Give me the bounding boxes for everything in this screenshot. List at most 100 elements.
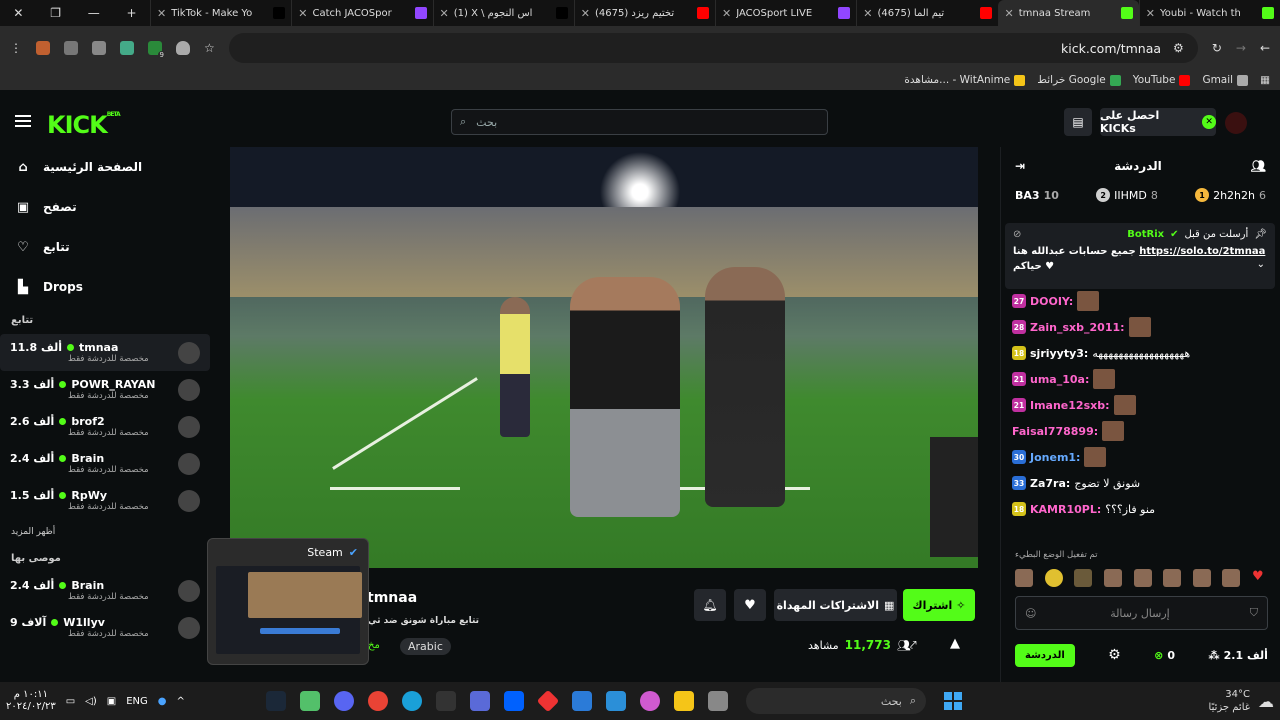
language-tag[interactable]: Arabic — [400, 638, 451, 655]
leaderboard-entry[interactable]: BA3 10 — [1015, 189, 1059, 202]
bookmark-item[interactable]: Gmail — [1202, 74, 1249, 86]
chat-username[interactable]: Jonem1: — [1030, 451, 1080, 464]
app-icon[interactable] — [300, 691, 320, 711]
sidebar-nav-item[interactable]: ⌂ الصفحة الرئيسية — [0, 147, 210, 187]
streamer-name[interactable]: tmnaa — [367, 590, 417, 606]
sidebar-nav-item[interactable]: ♡ تتابع — [0, 227, 210, 267]
network-icon[interactable]: ▣ — [107, 696, 116, 707]
forward-icon[interactable]: → — [1236, 41, 1246, 55]
browser-tab[interactable]: ✕ (4675) تيم الما — [856, 0, 997, 26]
bookmark-star-icon[interactable]: ☆ — [204, 41, 215, 55]
show-more-link[interactable]: أظهر المزيد — [0, 519, 210, 545]
leaderboard-entry[interactable]: 2 IIHMD 8 — [1096, 188, 1158, 202]
leaderboard-entry[interactable]: 1 2h2h2h 6 — [1195, 188, 1266, 202]
heart-emote-icon[interactable]: ♥ — [1252, 569, 1270, 587]
back-icon[interactable]: ← — [1260, 41, 1270, 55]
sidebar-channel[interactable]: 9 آلاف W1llyv مخصصة للدردشة فقط — [0, 609, 210, 646]
kick-logo[interactable]: KICKBETA — [47, 111, 121, 139]
chat-username[interactable]: uma_10a: — [1030, 373, 1089, 386]
chat-message[interactable]: 21 Imane12sxb: — [1012, 392, 1274, 418]
chrome-app-icon[interactable] — [368, 691, 388, 711]
chat-message[interactable]: 28 Zain_sxb_2011: — [1012, 314, 1274, 340]
chat-username[interactable]: KAMR10PL: — [1030, 503, 1101, 516]
chat-message[interactable]: 18 KAMR10PL: منو فاز؟؟؟ — [1012, 496, 1274, 522]
minimize-window-icon[interactable]: — — [88, 6, 100, 20]
gift-subs-button[interactable]: الاشتراكات المهداة ▦ — [774, 589, 897, 621]
copilot-app-icon[interactable] — [640, 691, 660, 711]
chat-message[interactable]: 18 sjriyyty3: ههههههههههههههههههه — [1012, 340, 1274, 366]
sidebar-nav-item[interactable]: ▣ تصفح — [0, 187, 210, 227]
sidebar-channel[interactable]: 2.6 ألف brof2 مخصصة للدردشة فقط — [0, 408, 210, 445]
notification-bell-button[interactable]: 🔔︎ — [694, 589, 726, 621]
sunglasses-emoji-icon[interactable] — [1044, 569, 1063, 587]
site-settings-icon[interactable]: ⚙ — [1173, 41, 1184, 55]
tab-close-icon[interactable]: ✕ — [1146, 7, 1155, 20]
bookmarks-more-icon[interactable]: ▦ — [1260, 74, 1270, 86]
battery-icon[interactable]: ▭ — [66, 696, 75, 707]
chat-username[interactable]: Faisal778899: — [1012, 425, 1098, 438]
store-button[interactable]: ▤ — [1064, 108, 1092, 136]
extension-icon[interactable] — [64, 41, 78, 55]
url-field[interactable]: kick.com/tmnaa ⚙ — [228, 33, 1198, 63]
browser-tab[interactable]: ✕ Youbi - Watch th — [1138, 0, 1280, 26]
emoji-picker-icon[interactable]: ☺ — [1025, 607, 1036, 620]
input-language[interactable]: ENG — [126, 696, 148, 707]
stream-category[interactable]: مخ — [368, 640, 380, 651]
tab-close-icon[interactable]: ✕ — [581, 7, 590, 20]
emote-icon[interactable] — [1163, 569, 1182, 587]
menu-dots-icon[interactable]: ⋮ — [10, 41, 22, 55]
close-window-icon[interactable]: ✕ — [13, 6, 23, 20]
browser-tab[interactable]: ✕ TikTok - Make Yo — [150, 0, 291, 26]
browser-tab[interactable]: ✕ JACOSport LIVE — [715, 0, 856, 26]
get-kicks-button[interactable]: احصل على KICKs ✕ — [1100, 108, 1216, 136]
restore-window-icon[interactable]: ❐ — [50, 6, 61, 20]
sidebar-channel[interactable]: 2.4 ألف Brain مخصصة للدردشة فقط — [0, 572, 210, 609]
tab-close-icon[interactable]: ✕ — [863, 7, 872, 20]
browser-tab[interactable]: ✕ (1) X \ اس النجوم — [432, 0, 574, 26]
store-app-icon[interactable] — [606, 691, 626, 711]
chat-message[interactable]: 27 DOOIY: — [1012, 288, 1274, 314]
user-avatar[interactable] — [1225, 112, 1247, 134]
emote-icon[interactable] — [1133, 569, 1152, 587]
browser-tab[interactable]: ✕ (4675) تختيم ريزد — [573, 0, 715, 26]
sidebar-channel[interactable]: 2.4 ألف Brain مخصصة للدردشة فقط — [0, 445, 210, 482]
pinned-message[interactable]: ⊘ BotRix ✔ أرسلت من قبل 📌︎ جميع حسابات ع… — [1005, 223, 1275, 289]
chat-send-button[interactable]: الدردشة — [1015, 643, 1075, 667]
chat-message-input[interactable]: ☺ إرسال رسالة ⛉ — [1015, 596, 1268, 630]
microphone-icon[interactable]: ● — [158, 696, 167, 707]
chat-message[interactable]: 21 uma_10a: — [1012, 366, 1274, 392]
chat-message[interactable]: 30 Jonem1: — [1012, 444, 1274, 470]
report-warning-icon[interactable]: ▲ — [950, 636, 960, 651]
windows-start-icon[interactable] — [944, 692, 962, 710]
file-explorer-app-icon[interactable] — [674, 691, 694, 711]
browser-tab[interactable]: ✕ Catch JACOSpor — [291, 0, 432, 26]
shield-icon[interactable]: ⛉ — [1250, 606, 1258, 620]
extension-icon[interactable] — [120, 41, 134, 55]
shield-icon[interactable] — [176, 41, 190, 55]
sidebar-channel[interactable]: 1.5 ألف RpWy مخصصة للدردشة فقط — [0, 482, 210, 519]
tab-close-icon[interactable]: ✕ — [298, 7, 307, 20]
chat-users-icon[interactable]: 👥︎ — [1251, 159, 1266, 173]
tab-close-icon[interactable]: ✕ — [722, 7, 731, 20]
bookmark-item[interactable]: مشاهدة... - WitAnime — [904, 74, 1026, 86]
chat-message[interactable]: Faisal778899: — [1012, 418, 1274, 444]
app-icon[interactable] — [536, 689, 560, 713]
emote-icon[interactable] — [1192, 569, 1211, 587]
epic-games-app-icon[interactable] — [436, 691, 456, 711]
video-player[interactable] — [230, 147, 978, 568]
chat-username[interactable]: sjriyyty3: — [1030, 347, 1088, 360]
bookmark-item[interactable]: خرائط Google — [1037, 74, 1121, 86]
chat-username[interactable]: DOOIY: — [1030, 295, 1073, 308]
reload-icon[interactable]: ↻ — [1212, 41, 1222, 55]
discord-app-icon[interactable] — [334, 691, 354, 711]
steam-taskbar-preview[interactable]: Steam ✔ — [207, 538, 369, 665]
mail-app-icon[interactable] — [572, 691, 592, 711]
extensions-puzzle-icon[interactable] — [92, 41, 106, 55]
sidebar-nav-item[interactable]: ▙ Drops — [0, 267, 210, 307]
dropbox-app-icon[interactable] — [504, 691, 524, 711]
chat-username[interactable]: Za7ra: — [1030, 477, 1070, 490]
emote-icon[interactable] — [1222, 569, 1241, 587]
search-input[interactable]: ⌕ بحث — [451, 109, 828, 135]
browser-tab[interactable]: ✕ tmnaa Stream — [997, 0, 1139, 26]
chat-settings-icon[interactable]: ⚙ — [1108, 647, 1121, 663]
